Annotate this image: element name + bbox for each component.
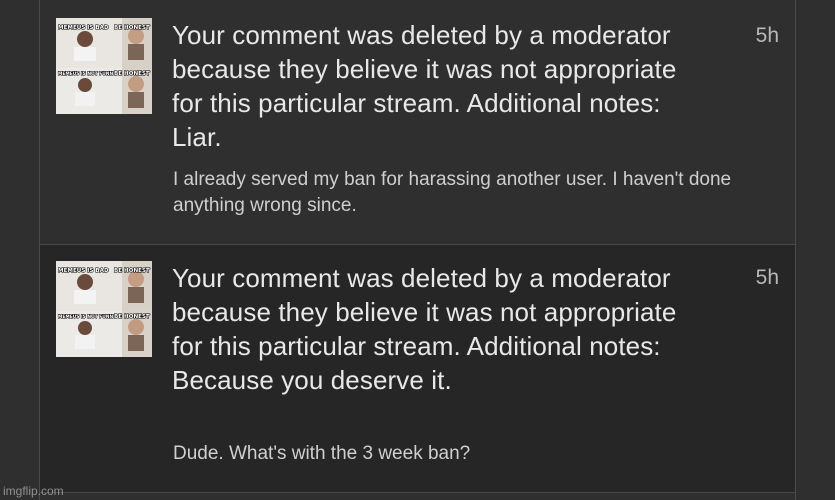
notification-item[interactable]: MEMEUS IS BAD BE HONEST MEMEUS IS NOT FU… — [40, 245, 795, 493]
user-reply-text: Dude. What's with the 3 week ban? — [173, 443, 471, 464]
woman-shirt-bottom — [75, 335, 95, 349]
meme-thumbnail: MEMEUS IS BAD BE HONEST MEMEUS IS NOT FU… — [56, 261, 152, 357]
woman-head-bottom — [78, 321, 92, 335]
woman-shirt-bottom — [75, 92, 95, 106]
thumbnail-caption-bottom-left: MEMEUS IS NOT FUNNY — [58, 314, 117, 320]
notification-panel: MEMEUS IS BAD BE HONEST MEMEUS IS NOT FU… — [39, 0, 796, 500]
man-head-bottom — [128, 319, 144, 335]
woman-shirt-top — [74, 290, 96, 304]
thumbnail-caption-top-left: MEMEUS IS BAD — [58, 25, 109, 31]
man-head-bottom — [128, 76, 144, 92]
right-gutter — [796, 0, 835, 500]
left-gutter — [0, 0, 39, 500]
woman-head-bottom — [78, 78, 92, 92]
thumbnail-image: MEMEUS IS BAD BE HONEST MEMEUS IS NOT FU… — [56, 261, 152, 357]
woman-head-top — [77, 31, 93, 47]
thumbnail-caption-top-left: MEMEUS IS BAD — [58, 268, 109, 274]
imgflip-watermark: imgflip.com — [3, 484, 64, 498]
man-body-bottom — [128, 92, 144, 108]
thumbnail-caption-top-right: BE HONEST — [114, 268, 150, 274]
notification-time: 5h — [755, 266, 779, 289]
thumbnail-caption-top-right: BE HONEST — [114, 25, 150, 31]
notification-message: Your comment was deleted by a moderator … — [172, 20, 677, 152]
thumbnail-caption-bottom-right: BE HONEST — [114, 71, 150, 77]
notification-time: 5h — [755, 24, 779, 47]
meme-thumbnail: MEMEUS IS BAD BE HONEST MEMEUS IS NOT FU… — [56, 18, 152, 114]
notification-screen: MEMEUS IS BAD BE HONEST MEMEUS IS NOT FU… — [0, 0, 835, 500]
thumbnail-caption-bottom-right: BE HONEST — [114, 314, 150, 320]
user-reply-text: I already served my ban for harassing an… — [173, 169, 732, 216]
man-body-top — [128, 287, 144, 303]
thumbnail-caption-bottom-left: MEMEUS IS NOT FUNNY — [58, 71, 117, 77]
woman-shirt-top — [74, 47, 96, 61]
notification-message: Your comment was deleted by a moderator … — [172, 263, 677, 395]
thumbnail-image: MEMEUS IS BAD BE HONEST MEMEUS IS NOT FU… — [56, 18, 152, 114]
woman-head-top — [77, 274, 93, 290]
man-body-top — [128, 44, 144, 60]
man-body-bottom — [128, 335, 144, 351]
notification-item[interactable]: MEMEUS IS BAD BE HONEST MEMEUS IS NOT FU… — [40, 0, 795, 245]
